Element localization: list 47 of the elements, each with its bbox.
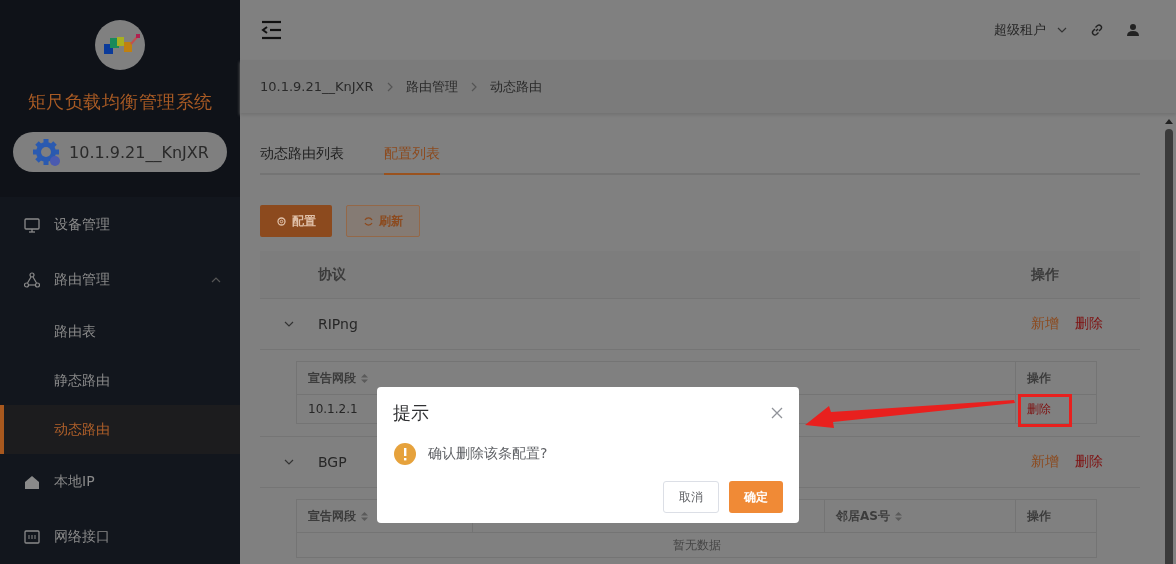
cancel-button[interactable]: 取消 bbox=[663, 481, 719, 513]
device-selector[interactable]: 10.1.9.21__KnJXR bbox=[13, 132, 227, 172]
breadcrumb-item[interactable]: 路由管理 bbox=[405, 77, 458, 96]
dialog-title: 提示 bbox=[393, 401, 429, 425]
close-icon[interactable] bbox=[771, 407, 783, 419]
tab[interactable]: 动态路由列表 bbox=[260, 135, 344, 175]
system-title: 矩尺负载均衡管理系统 bbox=[27, 90, 213, 114]
refresh-icon bbox=[363, 215, 374, 227]
home-icon bbox=[24, 473, 40, 490]
menu-item[interactable]: 设备管理 bbox=[0, 197, 240, 253]
link-icon[interactable] bbox=[1090, 23, 1104, 37]
collapse-menu-icon[interactable] bbox=[260, 20, 282, 40]
gear-icon bbox=[276, 215, 287, 227]
column-header: 操作 bbox=[1026, 369, 1052, 387]
menu-item[interactable]: 网络接口 bbox=[0, 509, 240, 564]
column-header: 操作 bbox=[1026, 507, 1052, 525]
table-cell-text: RIPng bbox=[318, 316, 359, 332]
confirm-button[interactable]: 确定 bbox=[729, 481, 783, 513]
highlight-box bbox=[1018, 394, 1072, 427]
tenant-dropdown[interactable]: 超级租户 bbox=[994, 21, 1068, 39]
menu-item[interactable]: 路由管理 bbox=[0, 252, 240, 307]
gear-icon bbox=[31, 137, 62, 167]
column-header: 协议 bbox=[318, 265, 347, 284]
table-cell-text: BGP bbox=[318, 454, 348, 470]
submenu-item[interactable]: 路由表 bbox=[0, 307, 240, 357]
submenu-item[interactable]: 动态路由 bbox=[0, 405, 240, 455]
logo-icon bbox=[95, 20, 145, 70]
sort-icon[interactable] bbox=[893, 510, 903, 522]
delete-link[interactable]: 删除 bbox=[1075, 453, 1103, 471]
sort-icon[interactable] bbox=[360, 372, 369, 384]
user-icon[interactable] bbox=[1126, 23, 1140, 37]
dialog-message: 确认删除该条配置? bbox=[428, 445, 548, 463]
sort-icon[interactable] bbox=[360, 510, 369, 522]
column-header: 操作 bbox=[1031, 265, 1060, 284]
warning-icon bbox=[394, 443, 416, 465]
submenu-item[interactable]: 静态路由 bbox=[0, 356, 240, 406]
delete-link[interactable]: 删除 bbox=[1075, 315, 1103, 333]
port-icon bbox=[24, 528, 40, 545]
menu-item[interactable]: 本地IP bbox=[0, 454, 240, 510]
column-header[interactable]: 邻居AS号 bbox=[825, 500, 1016, 532]
breadcrumb-item[interactable]: 10.1.9.21__KnJXR bbox=[260, 79, 374, 94]
config-button[interactable]: 配置 bbox=[260, 205, 332, 237]
monitor-icon bbox=[24, 216, 40, 233]
network-icon bbox=[24, 271, 40, 288]
breadcrumb-item: 动态路由 bbox=[489, 77, 542, 96]
table-cell: 10.1.2.1 bbox=[308, 402, 358, 416]
delete-link[interactable]: 删除 bbox=[1027, 400, 1051, 418]
